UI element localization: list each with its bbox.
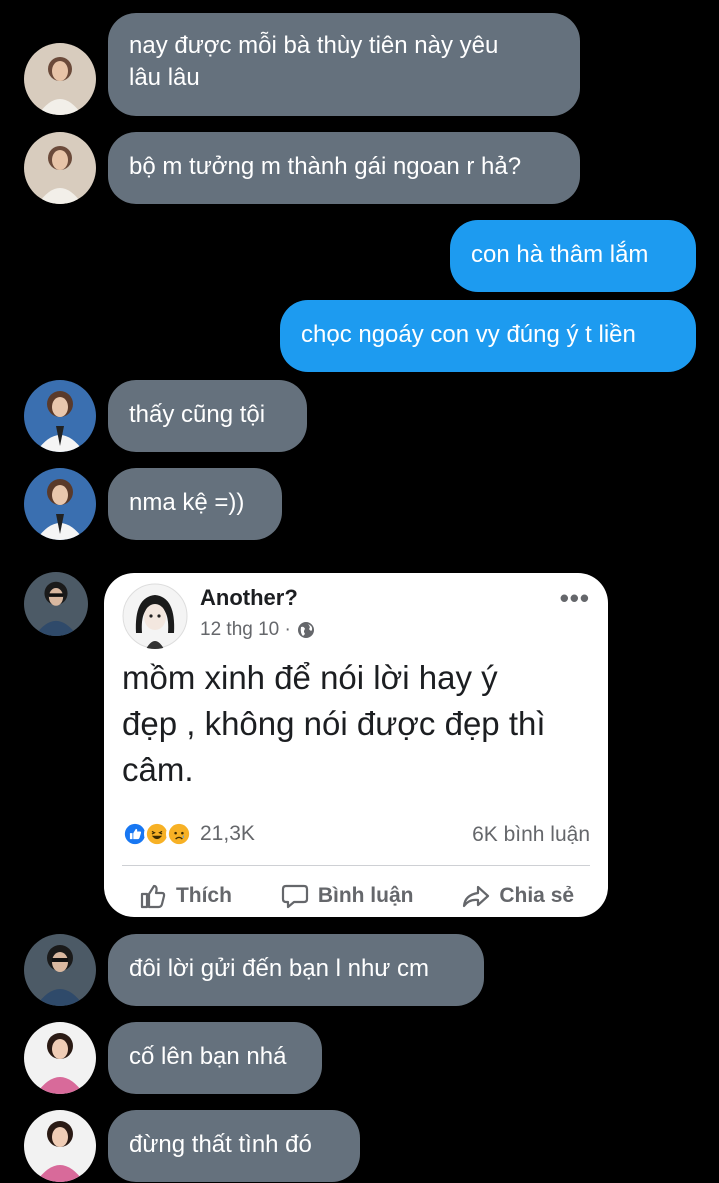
message-bubble[interactable]: nay được mỗi bà thùy tiên này yêu lâu lâ…: [108, 13, 580, 116]
shared-post-card[interactable]: Another? 12 thg 10 · ••• mồm xinh để nói…: [104, 573, 608, 917]
share-button[interactable]: Chia sẻ: [461, 881, 574, 911]
post-date: 12 thg 10 ·: [200, 619, 291, 640]
post-author-avatar[interactable]: [122, 583, 188, 649]
avatar[interactable]: [24, 468, 96, 540]
more-options-icon[interactable]: •••: [560, 583, 590, 614]
avatar[interactable]: [24, 934, 96, 1006]
thumbs-up-icon: [140, 884, 166, 909]
avatar[interactable]: [24, 1110, 96, 1182]
share-icon: [463, 885, 490, 908]
avatar[interactable]: [24, 572, 88, 636]
post-meta: 12 thg 10 ·: [200, 619, 316, 641]
globe-icon: [297, 622, 314, 638]
post-reactions[interactable]: 21,3K: [122, 821, 255, 847]
avatar[interactable]: [24, 1022, 96, 1094]
post-divider: [122, 865, 590, 866]
comment-icon: [281, 884, 308, 909]
comment-count[interactable]: 6K bình luận: [472, 823, 590, 847]
message-bubble-outgoing[interactable]: chọc ngoáy con vy đúng ý t liền: [280, 300, 696, 372]
message-bubble[interactable]: thấy cũng tội: [108, 380, 307, 452]
post-author-name[interactable]: Another?: [200, 585, 298, 611]
post-text: mồm xinh để nói lời hay ý đẹp , không nó…: [122, 659, 546, 788]
avatar[interactable]: [24, 43, 96, 115]
sad-reaction-icon: [166, 821, 192, 847]
message-bubble[interactable]: đôi lời gửi đến bạn l như cm: [108, 934, 484, 1006]
avatar[interactable]: [24, 132, 96, 204]
comment-button[interactable]: Bình luận: [280, 881, 414, 911]
comment-label: Bình luận: [317, 884, 414, 907]
message-bubble-outgoing[interactable]: con hà thâm lắm: [450, 220, 696, 292]
message-bubble[interactable]: nma kệ =)): [108, 468, 282, 540]
message-bubble[interactable]: đừng thất tình đó: [108, 1110, 360, 1182]
avatar[interactable]: [24, 380, 96, 452]
message-bubble[interactable]: cố lên bạn nhá: [108, 1022, 322, 1094]
message-bubble[interactable]: bộ m tưởng m thành gái ngoan r hả?: [108, 132, 580, 204]
chat-thread: nay được mỗi bà thùy tiên này yêu lâu lâ…: [0, 0, 719, 1183]
share-label: Chia sẻ: [499, 884, 575, 907]
like-label: Thích: [175, 884, 232, 907]
like-button[interactable]: Thích: [138, 881, 232, 911]
reaction-count: 21,3K: [200, 822, 255, 845]
post-action-bar: Thích Bình luận Chia sẻ: [104, 881, 608, 911]
